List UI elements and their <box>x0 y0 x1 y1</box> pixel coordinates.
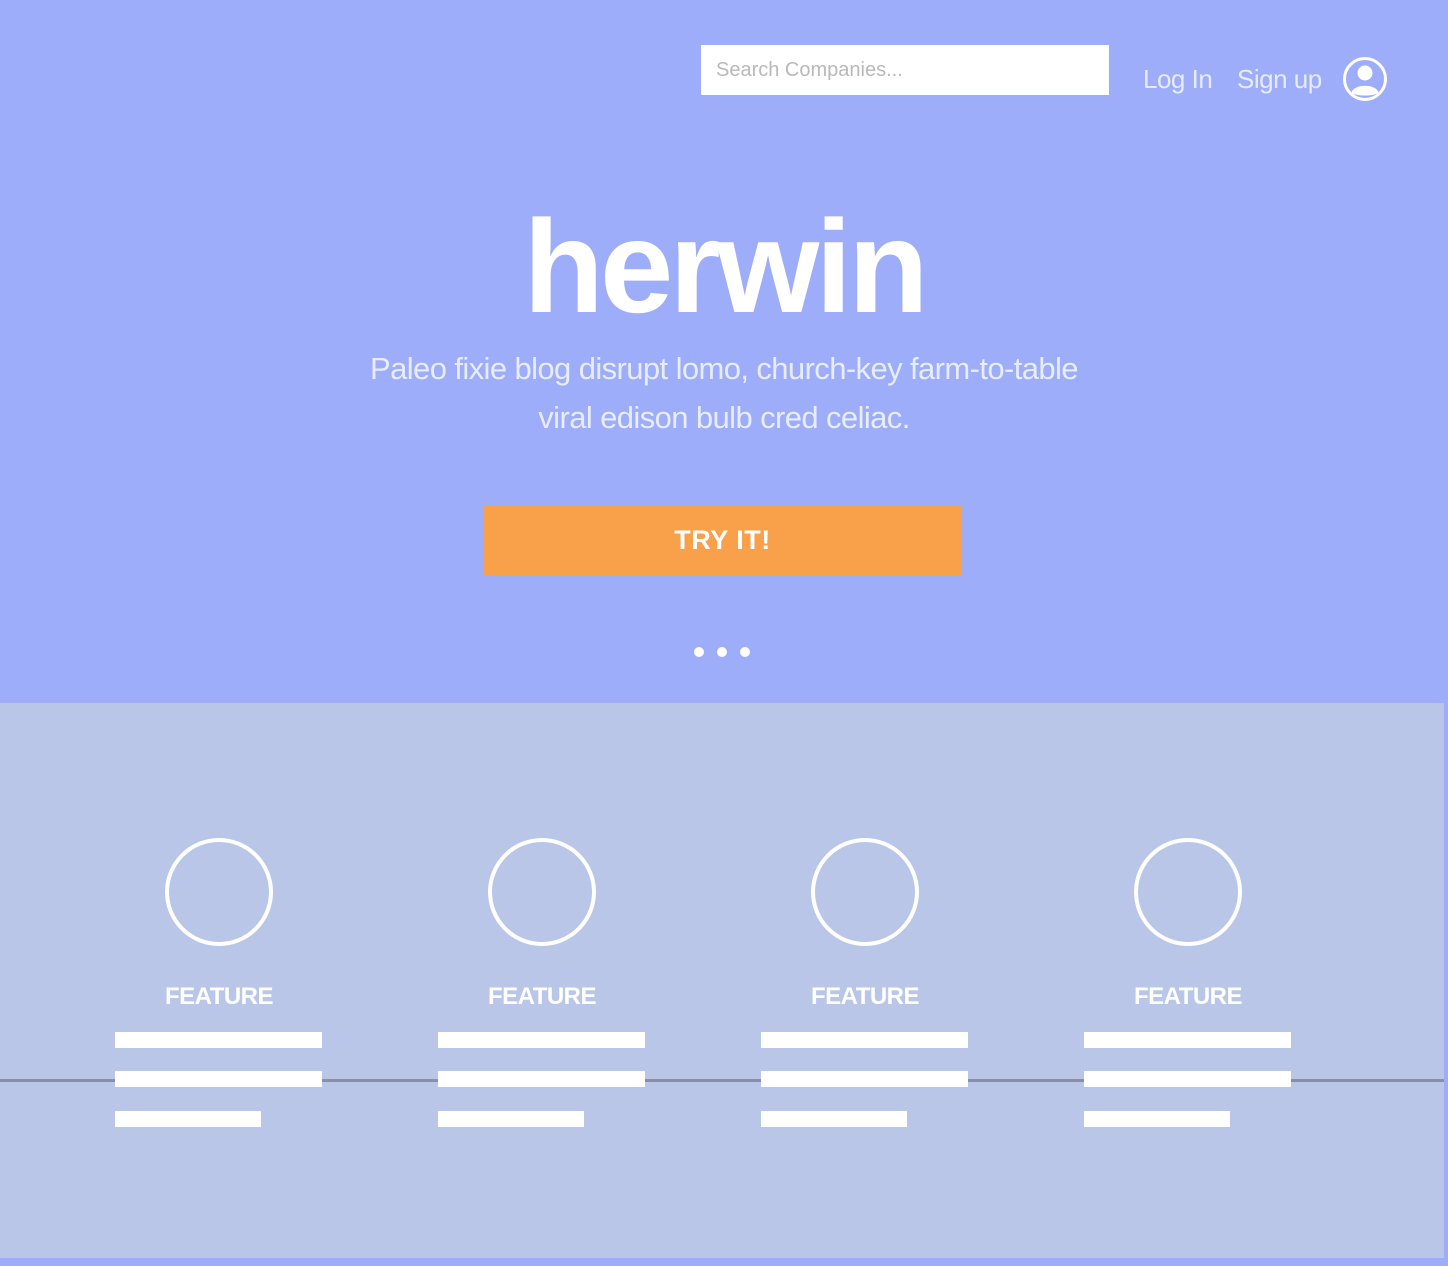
text-placeholder-line-2 <box>115 1071 322 1087</box>
text-placeholder-line-2 <box>761 1071 968 1087</box>
text-placeholder-line-2 <box>1084 1071 1291 1087</box>
text-placeholder-line-1 <box>1084 1032 1291 1048</box>
feature-label: FEATURE <box>810 983 920 1010</box>
text-placeholder-line-1 <box>761 1032 968 1048</box>
feature-card-4: FEATURE <box>1084 838 1407 1138</box>
text-placeholder-line-1 <box>438 1032 645 1048</box>
carousel-dot-2[interactable] <box>717 647 727 657</box>
user-circle-icon[interactable] <box>1342 56 1388 102</box>
feature-card-2: FEATURE <box>438 838 761 1138</box>
text-placeholder-line-3 <box>438 1111 584 1127</box>
tagline-line-2: viral edison bulb cred celiac. <box>538 400 910 435</box>
brand-title: herwin <box>523 193 928 340</box>
hero-section: Log In Sign up herwin Paleo fixie blog d… <box>0 0 1448 703</box>
circle-icon <box>488 838 596 946</box>
feature-label: FEATURE <box>487 983 597 1010</box>
landing-page: Log In Sign up herwin Paleo fixie blog d… <box>0 0 1448 1266</box>
try-it-button[interactable]: TRY IT! <box>483 506 962 575</box>
circle-icon <box>811 838 919 946</box>
bottom-edge-strip <box>0 1258 1448 1266</box>
circle-icon <box>165 838 273 946</box>
text-placeholder-line-3 <box>761 1111 907 1127</box>
right-edge-strip <box>1444 703 1448 1266</box>
feature-card-1: FEATURE <box>115 838 438 1138</box>
feature-card-3: FEATURE <box>761 838 1084 1138</box>
search-input[interactable] <box>701 45 1109 95</box>
tagline: Paleo fixie blog disrupt lomo, church-ke… <box>344 344 1104 442</box>
signup-link[interactable]: Sign up <box>1237 62 1322 96</box>
circle-icon <box>1134 838 1242 946</box>
login-link[interactable]: Log In <box>1143 62 1213 96</box>
text-placeholder-line-3 <box>1084 1111 1230 1127</box>
feature-label: FEATURE <box>1133 983 1243 1010</box>
text-placeholder-line-3 <box>115 1111 261 1127</box>
carousel-dot-3[interactable] <box>740 647 750 657</box>
carousel-dots <box>694 646 750 658</box>
tagline-line-1: Paleo fixie blog disrupt lomo, church-ke… <box>370 351 1078 386</box>
text-placeholder-line-1 <box>115 1032 322 1048</box>
carousel-dot-1[interactable] <box>694 647 704 657</box>
feature-label: FEATURE <box>164 983 274 1010</box>
text-placeholder-line-2 <box>438 1071 645 1087</box>
